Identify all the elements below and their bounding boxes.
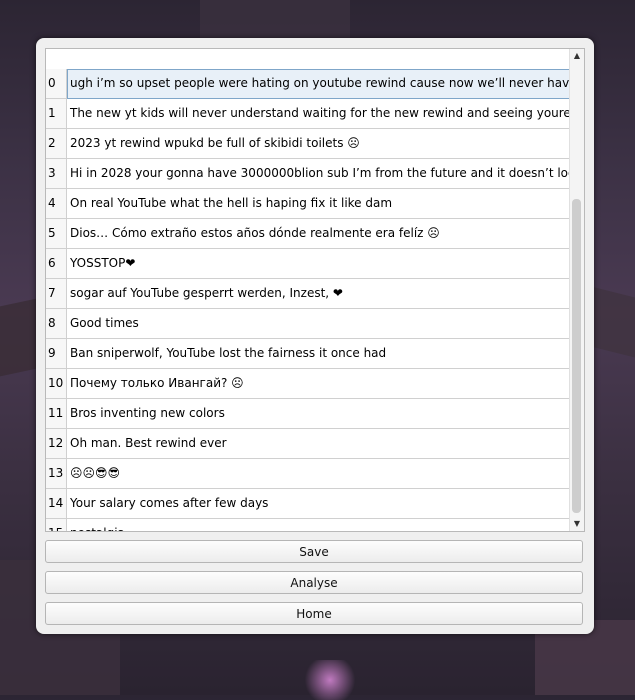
comments-table[interactable]: 0 ugh i’m so upset people were hating on … <box>45 48 585 532</box>
comment-cell[interactable]: ☹☹😎😎 <box>67 459 570 489</box>
scrollbar-thumb[interactable] <box>572 199 581 513</box>
table-row[interactable]: 0 ugh i’m so upset people were hating on … <box>46 69 570 99</box>
row-index: 0 <box>46 69 67 99</box>
scroll-down-arrow-icon[interactable]: ▼ <box>570 517 584 531</box>
app-window: 0 ugh i’m so upset people were hating on … <box>36 38 594 634</box>
table-row[interactable]: 6 YOSSTOP❤ <box>46 249 570 279</box>
comment-cell[interactable]: Почему только Ивангай? ☹ <box>67 369 570 399</box>
background-glow <box>300 660 360 700</box>
scroll-up-arrow-icon[interactable]: ▲ <box>570 49 584 63</box>
table-row[interactable]: 9 Ban sniperwolf, YouTube lost the fairne… <box>46 339 570 369</box>
row-index: 4 <box>46 189 67 219</box>
home-button[interactable]: Home <box>45 602 583 625</box>
table-row[interactable]: 5 Dios… Cómo extraño estos años dónde rea… <box>46 219 570 249</box>
table-row[interactable]: 14 Your salary comes after few days <box>46 489 570 519</box>
comment-cell[interactable]: Ban sniperwolf, YouTube lost the fairnes… <box>67 339 570 369</box>
table-row[interactable]: 7 sogar auf YouTube gesperrt werden, Inze… <box>46 279 570 309</box>
comment-cell[interactable]: nostalgia <box>67 519 570 531</box>
table-row[interactable]: 8 Good times <box>46 309 570 339</box>
table-row[interactable]: 12 Oh man. Best rewind ever <box>46 429 570 459</box>
comment-cell[interactable]: sogar auf YouTube gesperrt werden, Inzes… <box>67 279 570 309</box>
row-index: 3 <box>46 159 67 189</box>
comment-cell[interactable]: YOSSTOP❤ <box>67 249 570 279</box>
row-index: 8 <box>46 309 67 339</box>
comment-cell[interactable]: Good times <box>67 309 570 339</box>
table-row[interactable]: 11 Bros inventing new colors <box>46 399 570 429</box>
row-index: 9 <box>46 339 67 369</box>
comment-cell[interactable]: Hi in 2028 your gonna have 3000000blion … <box>67 159 570 189</box>
comment-cell[interactable]: ugh i’m so upset people were hating on y… <box>67 69 570 99</box>
comment-cell[interactable]: Your salary comes after few days <box>67 489 570 519</box>
table-column-header <box>46 49 570 70</box>
table-row[interactable]: 3 Hi in 2028 your gonna have 3000000blion… <box>46 159 570 189</box>
row-index: 7 <box>46 279 67 309</box>
row-index: 1 <box>46 99 67 129</box>
table-row[interactable]: 13 ☹☹😎😎 <box>46 459 570 489</box>
comment-cell[interactable]: Oh man. Best rewind ever <box>67 429 570 459</box>
table-row[interactable]: 15nostalgia <box>46 519 570 531</box>
row-index: 12 <box>46 429 67 459</box>
row-index: 5 <box>46 219 67 249</box>
comment-cell[interactable]: The new yt kids will never understand wa… <box>67 99 570 129</box>
row-index: 6 <box>46 249 67 279</box>
row-index: 11 <box>46 399 67 429</box>
table-row[interactable]: 2 2023 yt rewind wpukd be full of skibidi… <box>46 129 570 159</box>
row-index: 13 <box>46 459 67 489</box>
save-button[interactable]: Save <box>45 540 583 563</box>
row-index: 10 <box>46 369 67 399</box>
table-body[interactable]: 0 ugh i’m so upset people were hating on … <box>46 69 570 531</box>
comment-cell[interactable]: Dios… Cómo extraño estos años dónde real… <box>67 219 570 249</box>
table-row[interactable]: 4 On real YouTube what the hell is haping… <box>46 189 570 219</box>
table-row[interactable]: 1 The new yt kids will never understand w… <box>46 99 570 129</box>
table-row[interactable]: 10 Почему только Ивангай? ☹ <box>46 369 570 399</box>
row-index: 15 <box>46 519 67 531</box>
background-building <box>200 0 350 40</box>
comment-cell[interactable]: 2023 yt rewind wpukd be full of skibidi … <box>67 129 570 159</box>
row-index: 14 <box>46 489 67 519</box>
analyse-button[interactable]: Analyse <box>45 571 583 594</box>
row-index: 2 <box>46 129 67 159</box>
vertical-scrollbar[interactable]: ▲ ▼ <box>569 49 584 531</box>
comment-cell[interactable]: On real YouTube what the hell is haping … <box>67 189 570 219</box>
comment-cell[interactable]: Bros inventing new colors <box>67 399 570 429</box>
